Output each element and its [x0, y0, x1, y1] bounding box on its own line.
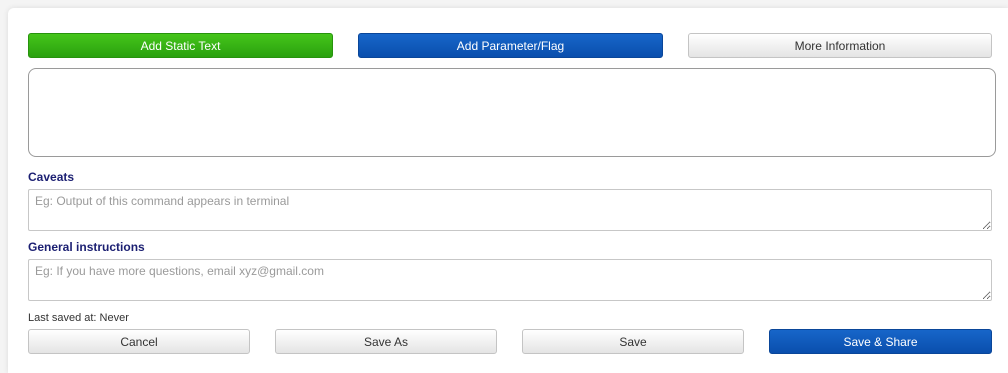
caveats-field[interactable] [28, 189, 992, 231]
general-instructions-field[interactable] [28, 259, 992, 301]
caveats-label: Caveats [28, 170, 75, 184]
add-static-text-button[interactable]: Add Static Text [28, 33, 333, 58]
general-instructions-label: General instructions [28, 240, 145, 254]
more-information-button[interactable]: More Information [688, 33, 992, 58]
last-saved-status: Last saved at: Never [28, 312, 129, 324]
save-and-share-button[interactable]: Save & Share [769, 329, 992, 354]
command-builder-area[interactable] [28, 68, 996, 157]
add-parameter-flag-button[interactable]: Add Parameter/Flag [358, 33, 663, 58]
cancel-button[interactable]: Cancel [28, 329, 250, 354]
save-as-button[interactable]: Save As [275, 329, 497, 354]
save-button[interactable]: Save [522, 329, 744, 354]
